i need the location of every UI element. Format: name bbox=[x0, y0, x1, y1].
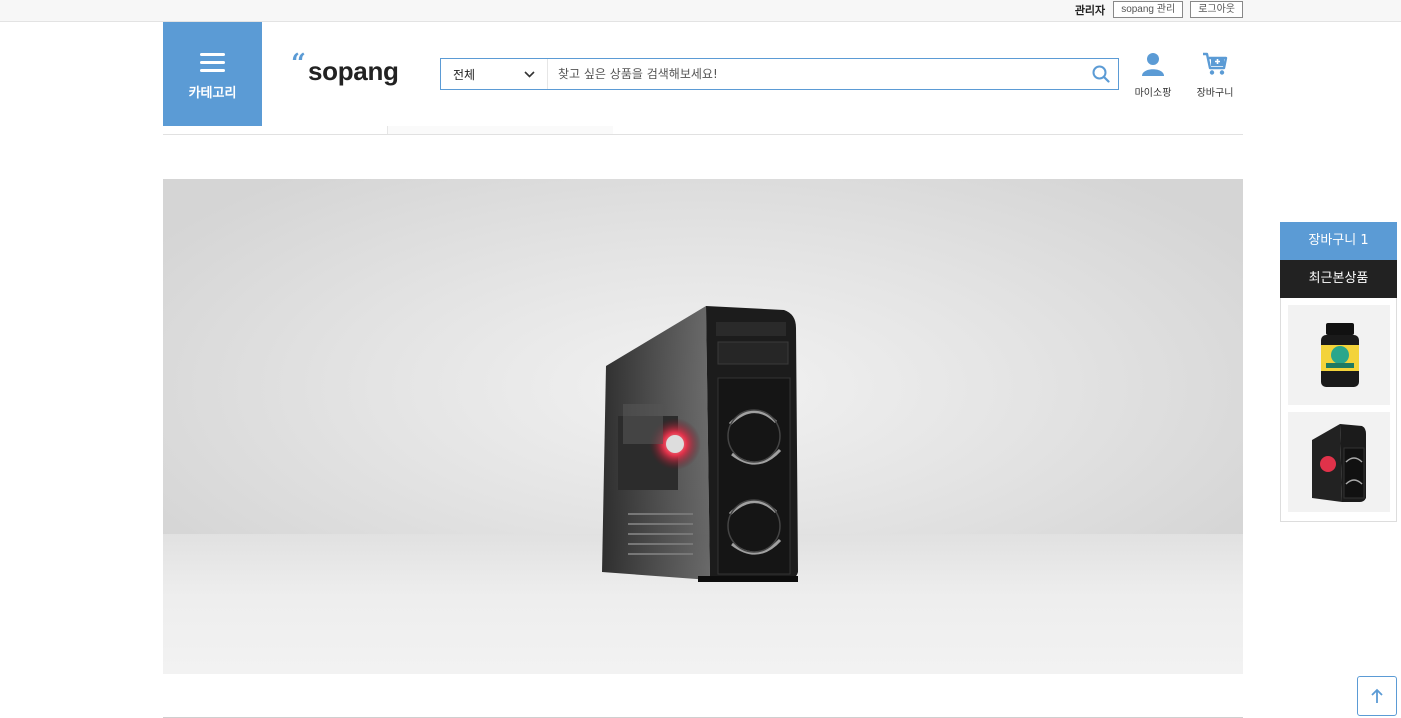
search-category-value: 전체 bbox=[453, 67, 476, 82]
admin-button[interactable]: sopang 관리 bbox=[1113, 1, 1184, 18]
side-cart-label: 장바구니 bbox=[1308, 233, 1357, 248]
header-divider bbox=[163, 134, 1243, 135]
cart-link[interactable]: 장바구니 bbox=[1189, 52, 1241, 99]
main-banner[interactable] bbox=[163, 179, 1243, 674]
user-role-label: 관리자 bbox=[1074, 3, 1106, 17]
logo-text: sopang bbox=[307, 56, 399, 86]
quote-mark-icon: “ bbox=[291, 49, 306, 79]
search-icon bbox=[1092, 65, 1110, 83]
logout-button[interactable]: 로그아웃 bbox=[1190, 1, 1243, 18]
search-input[interactable] bbox=[548, 59, 1084, 89]
search-bar: 전체 bbox=[440, 58, 1119, 90]
side-cart-count: 1 bbox=[1360, 233, 1369, 248]
site-logo[interactable]: “ sopang bbox=[291, 49, 399, 88]
user-icon bbox=[1142, 53, 1164, 76]
recent-products-list bbox=[1280, 298, 1397, 522]
supplement-bottle-image bbox=[1321, 323, 1359, 387]
arrow-up-icon bbox=[1371, 688, 1383, 703]
mypage-link[interactable]: 마이소팡 bbox=[1128, 52, 1178, 99]
recent-item-supplement[interactable] bbox=[1288, 305, 1390, 405]
back-to-top-button[interactable] bbox=[1357, 676, 1397, 716]
recent-item-pc-case[interactable] bbox=[1288, 412, 1390, 512]
hamburger-icon bbox=[200, 53, 225, 73]
cart-icon bbox=[1203, 52, 1228, 75]
top-utility-bar: 관리자 sopang 관리 로그아웃 bbox=[0, 0, 1401, 22]
mypage-label: 마이소팡 bbox=[1134, 88, 1172, 99]
search-category-select[interactable]: 전체 bbox=[441, 59, 548, 89]
recent-products-title: 최근본상품 bbox=[1280, 260, 1397, 298]
chevron-down-icon bbox=[524, 70, 535, 78]
cart-label: 장바구니 bbox=[1196, 88, 1234, 99]
quick-panel: 장바구니 1 최근본상품 bbox=[1280, 222, 1397, 522]
pc-case-thumb-image bbox=[1312, 424, 1366, 502]
side-cart-button[interactable]: 장바구니 1 bbox=[1280, 222, 1397, 260]
category-menu-button[interactable]: 카테고리 bbox=[163, 22, 262, 126]
pc-case-image bbox=[598, 304, 810, 594]
search-button[interactable] bbox=[1084, 59, 1118, 89]
category-label: 카테고리 bbox=[188, 86, 237, 101]
